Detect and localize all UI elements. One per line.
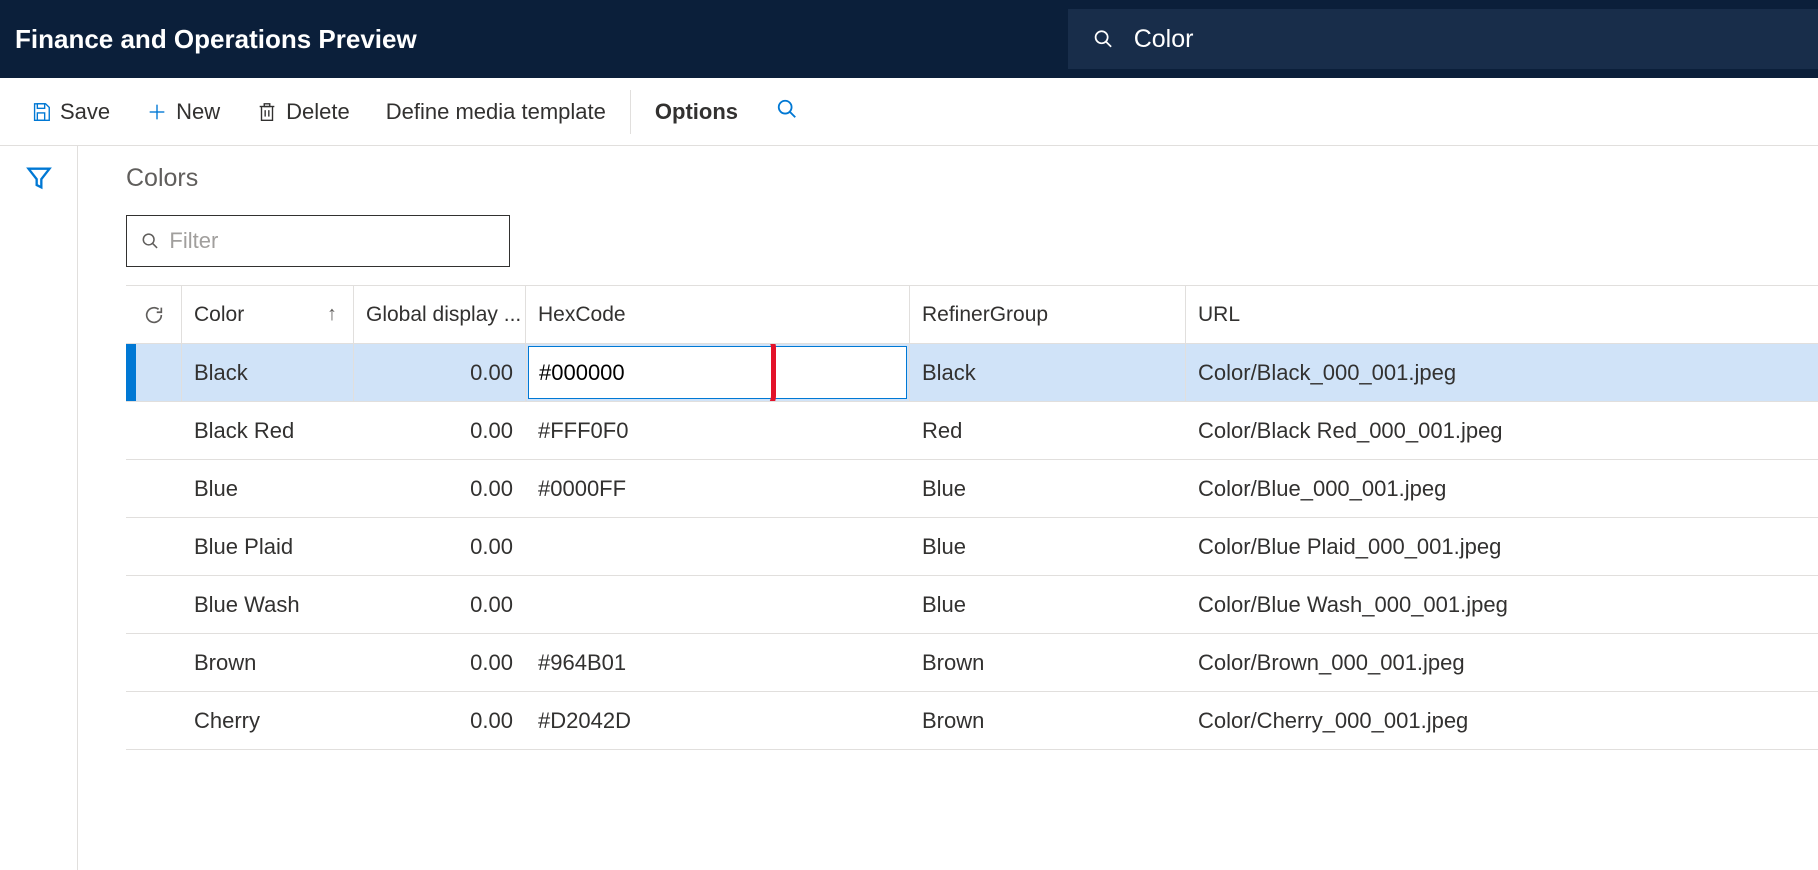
cell-color[interactable]: Black (182, 344, 354, 401)
app-title: Finance and Operations Preview (15, 24, 417, 55)
cell-refiner[interactable]: Blue (910, 576, 1186, 633)
cell-global-display[interactable]: 0.00 (354, 576, 526, 633)
cell-hexcode[interactable]: #D2042D (526, 692, 910, 749)
global-search-input[interactable] (1134, 25, 1793, 54)
grid-filter[interactable] (126, 215, 510, 267)
cell-refiner[interactable]: Red (910, 402, 1186, 459)
cell-color[interactable]: Blue Wash (182, 576, 354, 633)
sort-asc-icon: ↑ (327, 303, 337, 326)
refresh-icon (143, 304, 165, 326)
col-hex-label: HexCode (538, 303, 626, 327)
table-row[interactable]: Cherry0.00#D2042DBrownColor/Cherry_000_0… (126, 692, 1818, 750)
cell-hexcode[interactable] (526, 576, 910, 633)
table-row[interactable]: Blue Plaid0.00 BlueColor/Blue Plaid_000_0… (126, 518, 1818, 576)
table-row[interactable]: Blue Wash0.00 BlueColor/Blue Wash_000_001… (126, 576, 1818, 634)
search-icon (776, 98, 798, 120)
row-handle[interactable] (126, 692, 181, 749)
cell-url[interactable]: Color/Brown_000_001.jpeg (1186, 634, 1818, 691)
toolbar-search-button[interactable] (776, 98, 798, 125)
column-header-global-display[interactable]: Global display ... (354, 286, 526, 343)
row-handle[interactable] (126, 402, 181, 459)
cell-hexcode[interactable]: #964B01 (526, 634, 910, 691)
cell-refiner[interactable]: Brown (910, 634, 1186, 691)
cell-hexcode[interactable]: #FFF0F0 (526, 402, 910, 459)
row-handle[interactable] (126, 518, 181, 575)
refresh-grid-button[interactable] (126, 286, 182, 343)
cell-refiner[interactable]: Brown (910, 692, 1186, 749)
cell-color[interactable]: Brown (182, 634, 354, 691)
cell-global-display[interactable]: 0.00 (354, 344, 526, 401)
cell-url[interactable]: Color/Blue Plaid_000_001.jpeg (1186, 518, 1818, 575)
save-label: Save (60, 99, 110, 125)
cell-hexcode[interactable] (526, 344, 910, 401)
new-button[interactable]: New (128, 78, 238, 145)
define-media-label: Define media template (386, 99, 606, 125)
table-row[interactable]: Brown0.00#964B01BrownColor/Brown_000_001… (126, 634, 1818, 692)
cell-url[interactable]: Color/Black Red_000_001.jpeg (1186, 402, 1818, 459)
row-handle[interactable] (126, 576, 181, 633)
table-row[interactable]: Blue0.00#0000FFBlueColor/Blue_000_001.jp… (126, 460, 1818, 518)
colors-grid: Color ↑ Global display ... HexCode Refin… (126, 285, 1818, 750)
row-handle[interactable] (126, 634, 181, 691)
row-handle[interactable] (126, 344, 181, 401)
cell-url[interactable]: Color/Cherry_000_001.jpeg (1186, 692, 1818, 749)
cell-color[interactable]: Blue Plaid (182, 518, 354, 575)
filter-pane-toggle[interactable] (25, 164, 53, 870)
cell-url[interactable]: Color/Black_000_001.jpeg (1186, 344, 1818, 401)
define-media-button[interactable]: Define media template (368, 78, 624, 145)
funnel-icon (25, 164, 53, 192)
col-url-label: URL (1198, 303, 1240, 327)
cell-refiner[interactable]: Black (910, 344, 1186, 401)
delete-button[interactable]: Delete (238, 78, 368, 145)
cell-url[interactable]: Color/Blue_000_001.jpeg (1186, 460, 1818, 517)
col-gdisp-label: Global display ... (366, 303, 521, 327)
cell-global-display[interactable]: 0.00 (354, 460, 526, 517)
column-header-url[interactable]: URL (1186, 286, 1818, 343)
cell-url[interactable]: Color/Blue Wash_000_001.jpeg (1186, 576, 1818, 633)
search-icon (141, 231, 159, 251)
cell-global-display[interactable]: 0.00 (354, 692, 526, 749)
table-row[interactable]: Black Red0.00#FFF0F0RedColor/Black Red_0… (126, 402, 1818, 460)
save-button[interactable]: Save (12, 78, 128, 145)
delete-label: Delete (286, 99, 350, 125)
cell-hexcode[interactable]: #0000FF (526, 460, 910, 517)
save-icon (30, 101, 52, 123)
cell-refiner[interactable]: Blue (910, 518, 1186, 575)
cell-refiner[interactable]: Blue (910, 460, 1186, 517)
plus-icon (146, 101, 168, 123)
page-title: Colors (126, 164, 1818, 193)
cell-global-display[interactable]: 0.00 (354, 402, 526, 459)
cell-hexcode[interactable] (526, 518, 910, 575)
global-search[interactable] (1068, 9, 1818, 69)
search-icon (1093, 28, 1114, 50)
hexcode-input[interactable] (528, 346, 907, 399)
cell-color[interactable]: Blue (182, 460, 354, 517)
grid-filter-input[interactable] (169, 228, 495, 254)
table-row[interactable]: Black0.00BlackColor/Black_000_001.jpeg (126, 344, 1818, 402)
cell-global-display[interactable]: 0.00 (354, 634, 526, 691)
trash-icon (256, 101, 278, 123)
cell-color[interactable]: Cherry (182, 692, 354, 749)
column-header-refiner[interactable]: RefinerGroup (910, 286, 1186, 343)
new-label: New (176, 99, 220, 125)
column-header-color[interactable]: Color ↑ (182, 286, 354, 343)
options-label: Options (655, 99, 738, 125)
col-color-label: Color (194, 303, 244, 327)
options-button[interactable]: Options (637, 78, 756, 145)
cell-global-display[interactable]: 0.00 (354, 518, 526, 575)
row-handle[interactable] (126, 460, 181, 517)
column-header-hexcode[interactable]: HexCode (526, 286, 910, 343)
cell-color[interactable]: Black Red (182, 402, 354, 459)
separator (630, 90, 631, 134)
col-refiner-label: RefinerGroup (922, 303, 1048, 327)
